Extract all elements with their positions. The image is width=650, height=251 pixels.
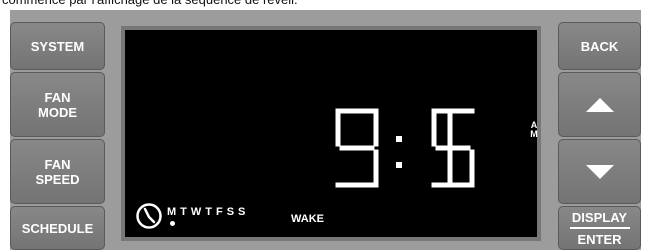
selected-day-dot	[170, 221, 175, 226]
weekday-indicators: MTWTFSS	[167, 206, 250, 218]
system-button-label: SYSTEM	[30, 38, 85, 54]
thermostat-panel: SYSTEM FAN MODE FAN SPEED SCHEDULE A M M…	[10, 10, 641, 250]
clock-icon	[136, 203, 162, 229]
colon-dot	[396, 162, 402, 168]
time-readout	[335, 108, 475, 188]
fan-mode-label-line1: FAN	[44, 89, 71, 105]
back-button-label: BACK	[580, 38, 619, 54]
triangle-down-icon	[585, 164, 614, 179]
fan-speed-label-line1: FAN	[44, 156, 71, 172]
back-button[interactable]: BACK	[558, 22, 641, 70]
period-label: WAKE	[291, 213, 324, 225]
up-button[interactable]	[558, 72, 641, 137]
down-button[interactable]	[558, 139, 641, 204]
fan-speed-label-line2: SPEED	[35, 171, 80, 187]
system-button[interactable]: SYSTEM	[10, 22, 105, 70]
label-divider	[569, 226, 630, 229]
enter-button-label: ENTER	[577, 231, 622, 247]
am-pm-indicator-bottom: M	[530, 129, 538, 139]
display-enter-button[interactable]: DISPLAY ENTER	[558, 206, 641, 250]
fan-mode-button[interactable]: FAN MODE	[10, 72, 105, 137]
fan-mode-label-line2: MODE	[38, 104, 77, 120]
triangle-up-icon	[585, 97, 614, 112]
caption-text: commence par l'affichage de la séquence …	[2, 0, 642, 8]
schedule-button[interactable]: SCHEDULE	[10, 206, 105, 250]
fan-speed-button[interactable]: FAN SPEED	[10, 139, 105, 204]
schedule-button-label: SCHEDULE	[21, 220, 94, 236]
colon-dot	[396, 136, 402, 142]
lcd-display: A M MTWTFSS WAKE	[121, 26, 541, 241]
display-button-label: DISPLAY	[571, 209, 628, 225]
